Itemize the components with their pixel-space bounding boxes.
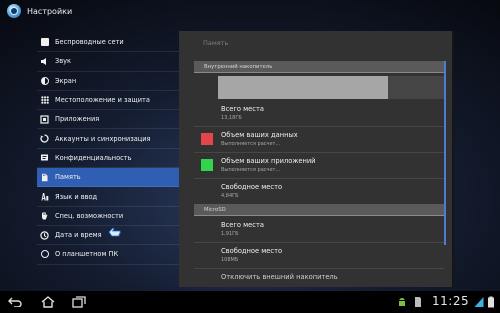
sidebar-item-about-tablet[interactable]: О планшетном ПК xyxy=(37,245,179,265)
row-title: Свободное место xyxy=(221,183,283,191)
wifi-signal-icon[interactable] xyxy=(474,296,484,308)
grid-icon xyxy=(40,96,49,105)
apps-icon xyxy=(40,115,49,124)
sidebar-item-accounts-sync[interactable]: Аккаунты и синхронизация xyxy=(37,129,179,149)
section-header-microsd: MicroSD xyxy=(194,204,444,216)
row-title: Всего места xyxy=(221,105,264,113)
back-arrow-icon xyxy=(8,297,22,307)
sidebar-item-label: Приложения xyxy=(55,115,100,124)
panel-title: Память xyxy=(203,39,229,47)
android-notification-icon[interactable] xyxy=(397,296,407,308)
home-button[interactable] xyxy=(40,295,56,309)
sidebar-item-storage[interactable]: Память xyxy=(37,168,179,188)
settings-app-icon[interactable] xyxy=(7,4,21,18)
sidebar-item-label: Язык и ввод xyxy=(55,192,98,201)
row-title: Свободное место xyxy=(221,247,283,255)
section-header-internal: Внутренний накопитель xyxy=(194,61,444,73)
clock: 11:25 xyxy=(432,294,470,308)
row-title: Отключить внешний накопитель xyxy=(221,273,338,281)
sidebar-item-label: Звук xyxy=(55,57,71,66)
row-subtitle: 4,84ГБ xyxy=(221,193,239,199)
row-subtitle: 1,91ГБ xyxy=(221,231,239,237)
storage-usage-bar xyxy=(218,76,444,99)
info-icon xyxy=(40,250,49,259)
sidebar-item-privacy[interactable]: Конфиденциальность xyxy=(37,149,179,169)
row-your-data[interactable]: Объем ваших данных Выполняется расчет... xyxy=(194,127,444,153)
data-color-swatch xyxy=(201,133,213,145)
scrollbar[interactable] xyxy=(444,61,446,245)
recent-apps-icon xyxy=(72,296,86,308)
language-icon xyxy=(40,192,49,201)
sidebar-item-label: Местоположение и защита xyxy=(55,96,150,105)
action-bar: Настройки xyxy=(0,0,500,22)
brightness-icon xyxy=(40,76,49,85)
sidebar-item-label: О планшетном ПК xyxy=(55,250,119,259)
storage-panel: Память Внутренний накопитель Всего места… xyxy=(179,31,452,287)
app-title: Настройки xyxy=(27,6,73,16)
speaker-icon xyxy=(40,57,49,66)
row-subtitle: 108МБ xyxy=(221,257,239,263)
row-unmount-sd[interactable]: Отключить внешний накопитель xyxy=(194,269,444,287)
clock-icon xyxy=(40,230,49,240)
screen: Настройки Беспроводные сети Звук Экран М… xyxy=(0,0,500,313)
sidebar-item-language-input[interactable]: Язык и ввод xyxy=(37,187,179,207)
privacy-icon xyxy=(40,153,49,162)
row-subtitle: Выполняется расчет... xyxy=(221,141,281,147)
recent-apps-button[interactable] xyxy=(71,295,87,309)
panel-edge xyxy=(452,31,454,287)
sidebar-item-label: Дата и время xyxy=(55,231,102,240)
square-icon xyxy=(40,38,49,47)
row-title: Объем ваших данных xyxy=(221,131,298,139)
row-subtitle: Выполняется расчет... xyxy=(221,167,281,173)
sidebar-item-label: Беспроводные сети xyxy=(55,38,124,47)
sidebar-item-accessibility[interactable]: Спец. возможности xyxy=(37,207,179,226)
sidebar-item-location-security[interactable]: Местоположение и защита xyxy=(37,91,179,111)
row-title: Объем ваших приложений xyxy=(221,157,316,165)
row-total-space[interactable]: Всего места 13,18ГБ xyxy=(194,101,444,127)
home-icon xyxy=(41,296,55,308)
sidebar-item-wireless[interactable]: Беспроводные сети xyxy=(37,33,179,53)
battery-icon[interactable] xyxy=(486,296,496,308)
hand-icon xyxy=(40,211,49,220)
hand-cursor-icon xyxy=(108,227,121,237)
sidebar-item-label: Экран xyxy=(55,76,77,85)
sync-icon xyxy=(40,134,49,143)
storage-icon xyxy=(40,173,49,182)
sidebar-item-label: Память xyxy=(55,173,81,182)
sidebar-item-label: Конфиденциальность xyxy=(55,153,132,162)
row-title: Всего места xyxy=(221,221,264,229)
storage-usage-fill xyxy=(218,76,388,99)
sidebar-item-display[interactable]: Экран xyxy=(37,72,179,91)
sidebar-item-label: Спец. возможности xyxy=(55,211,124,220)
sidebar-item-sound[interactable]: Звук xyxy=(37,52,179,72)
row-sd-total-space[interactable]: Всего места 1,91ГБ xyxy=(194,217,444,243)
row-sd-free-space[interactable]: Свободное место 108МБ xyxy=(194,243,444,269)
system-bar: 11:25 xyxy=(0,291,500,313)
apps-color-swatch xyxy=(201,159,213,171)
sd-card-icon[interactable] xyxy=(413,296,423,308)
sidebar-item-label: Аккаунты и синхронизация xyxy=(55,134,151,143)
row-subtitle: 13,18ГБ xyxy=(221,115,242,121)
back-button[interactable] xyxy=(7,295,23,309)
sidebar-item-applications[interactable]: Приложения xyxy=(37,110,179,130)
row-your-apps[interactable]: Объем ваших приложений Выполняется расче… xyxy=(194,153,444,179)
row-free-space[interactable]: Свободное место 4,84ГБ xyxy=(194,179,444,205)
